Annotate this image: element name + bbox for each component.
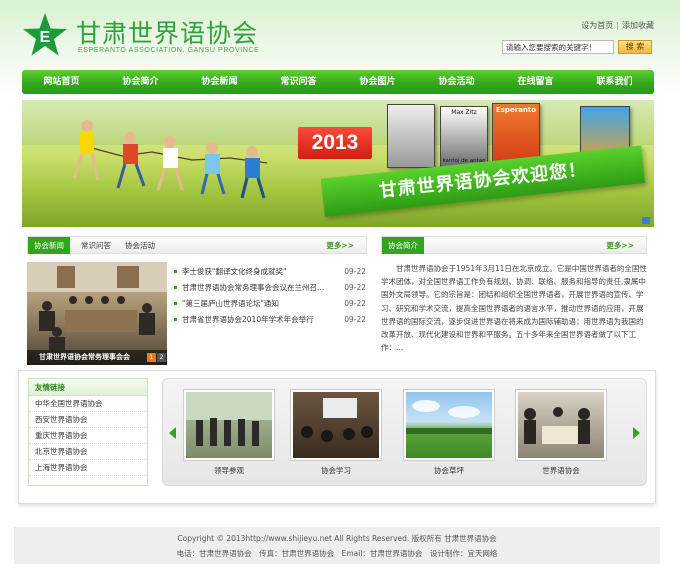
association-photo-illustration [524, 407, 590, 444]
magazine-title-2: Esperanto [495, 106, 537, 114]
site-title-en: ESPERANTO ASSOCIATION, GANSU PROVINCE [78, 47, 260, 54]
news-item-title[interactable]: 李士俊获"翻译文化终身成就奖" [182, 264, 332, 280]
bullet-icon [174, 286, 177, 289]
news-item[interactable]: 李士俊获"翻译文化终身成就奖" 09-22 [174, 264, 366, 280]
footer: Copyright © 2013http://www.shijieyu.net … [14, 527, 660, 564]
news-item-title[interactable]: 甘肃省世界语协会2010年学术年会举行 [182, 312, 332, 328]
top-links: 设为首页 | 添加收藏 [581, 20, 654, 31]
add-favorite-link[interactable]: 添加收藏 [622, 21, 654, 30]
intro-tab-bar: 协会简介 更多>> [381, 236, 647, 254]
bullet-icon [174, 302, 177, 305]
gallery-thumb-3[interactable] [403, 389, 495, 461]
visit-photo-illustration [186, 392, 272, 446]
nav-photos[interactable]: 协会图片 [338, 70, 417, 94]
footer-copyright: Copyright © 2013http://www.shijieyu.net … [177, 534, 497, 543]
magazine-cover-1 [387, 104, 435, 168]
nav-activities[interactable]: 协会活动 [417, 70, 496, 94]
news-more-link[interactable]: 更多>> [326, 237, 354, 254]
nav-message[interactable]: 在线留言 [496, 70, 575, 94]
footer-contact: 电话：甘肃世界语协会 传真：甘肃世界语协会 Email：甘肃世界语协会 设计制作… [176, 549, 498, 558]
nav-home[interactable]: 网站首页 [22, 70, 101, 94]
search-button[interactable]: 搜 索 [618, 40, 652, 54]
gallery-image [406, 392, 492, 458]
gallery-prev-icon[interactable] [169, 427, 177, 439]
friendly-link[interactable]: 中华全国世界语协会 [29, 396, 147, 412]
nav-contact[interactable]: 联系我们 [575, 70, 654, 94]
nav-about[interactable]: 协会简介 [101, 70, 180, 94]
news-item-title[interactable]: "第三届庐山世界语论坛"通知 [182, 296, 332, 312]
gallery-thumb-2[interactable] [290, 389, 382, 461]
photo-pager-2[interactable]: 2 [157, 353, 166, 362]
news-photo-caption: 甘肃世界语协会常务理事会会 [27, 350, 167, 365]
photo-pager-1[interactable]: 1 [147, 353, 156, 362]
news-item-date: 09-22 [344, 315, 366, 324]
news-tab-bar: 协会新闻 常识问答 协会活动 更多>> [27, 236, 367, 254]
bullet-icon [174, 270, 177, 273]
tab-about[interactable]: 协会简介 [382, 237, 424, 254]
gallery-label-3: 协会草坪 [434, 466, 464, 475]
gallery-label-2: 协会学习 [321, 466, 351, 475]
news-item[interactable]: 甘肃世界语协会常务理事会会议在兰州召... 09-22 [174, 280, 366, 296]
banner[interactable]: Max Zitz kantoj de antao Esperanto 2013 … [22, 100, 654, 227]
gallery-thumb-4[interactable] [515, 389, 607, 461]
logo-star-icon: E [23, 13, 67, 56]
main-nav: 网站首页 协会简介 协会新闻 常识问答 协会图片 协会活动 在线留言 联系我们 [22, 70, 654, 94]
gallery-thumb-1[interactable] [183, 389, 275, 461]
gallery-image [293, 392, 379, 458]
friendly-links: 友情链接 中华全国世界语协会 西安世界语协会 重庆世界语协会 北京世界语协会 上… [28, 378, 148, 486]
logo-letter: E [40, 29, 51, 46]
search-input[interactable] [502, 40, 614, 54]
tab-faq[interactable]: 常识问答 [81, 237, 111, 254]
friendly-link[interactable]: 西安世界语协会 [29, 412, 147, 428]
intro-text: 甘肃世界语协会于1951年3月11日在北京成立。它是中国世界语者的全国性学术团体… [381, 264, 647, 353]
friendly-link[interactable]: 上海世界语协会 [29, 460, 147, 476]
magazine-title-1: Max Zitz [451, 109, 477, 116]
news-item[interactable]: 甘肃省世界语协会2010年学术年会举行 09-22 [174, 312, 366, 328]
news-item-title[interactable]: 甘肃世界语协会常务理事会会议在兰州召... [182, 280, 332, 296]
news-list: 李士俊获"翻译文化终身成就奖" 09-22 甘肃世界语协会常务理事会会议在兰州召… [174, 264, 366, 328]
nav-news[interactable]: 协会新闻 [180, 70, 259, 94]
photo-gallery: 领导参观 协会学习 协会草坪 世界语协会 [162, 378, 647, 486]
news-item-date: 09-22 [344, 299, 366, 308]
banner-slide-indicator[interactable] [642, 217, 650, 224]
friendly-link[interactable]: 重庆世界语协会 [29, 428, 147, 444]
nav-faq[interactable]: 常识问答 [259, 70, 338, 94]
gallery-image [518, 392, 604, 458]
news-featured-photo[interactable]: 甘肃世界语协会常务理事会会 1 2 [27, 262, 167, 365]
intro-more-link[interactable]: 更多>> [606, 237, 634, 254]
study-photo-illustration [301, 398, 373, 442]
tab-news[interactable]: 协会新闻 [28, 237, 70, 254]
gallery-label-4: 世界语协会 [542, 466, 580, 475]
tab-activities[interactable]: 协会活动 [125, 237, 155, 254]
news-item-date: 09-22 [344, 283, 366, 292]
news-item[interactable]: "第三届庐山世界语论坛"通知 09-22 [174, 296, 366, 312]
banner-year: 2013 [298, 127, 372, 159]
top-links-separator: | [616, 21, 619, 30]
meeting-photo-illustration [27, 262, 167, 350]
friendly-link[interactable]: 北京世界语协会 [29, 444, 147, 460]
lawn-photo-illustration [406, 400, 492, 434]
bullet-icon [174, 318, 177, 321]
set-homepage-link[interactable]: 设为首页 [581, 21, 613, 30]
news-item-date: 09-22 [344, 267, 366, 276]
friendly-links-title: 友情链接 [29, 379, 147, 396]
magazine-cover-2: Max Zitz kantoj de antao [440, 106, 488, 170]
site-title: 甘肃世界语协会 [76, 19, 259, 48]
gallery-label-1: 领导参观 [214, 466, 244, 475]
banner-children-illustration [72, 120, 268, 199]
gallery-next-icon[interactable] [632, 427, 640, 439]
gallery-image [186, 392, 272, 458]
